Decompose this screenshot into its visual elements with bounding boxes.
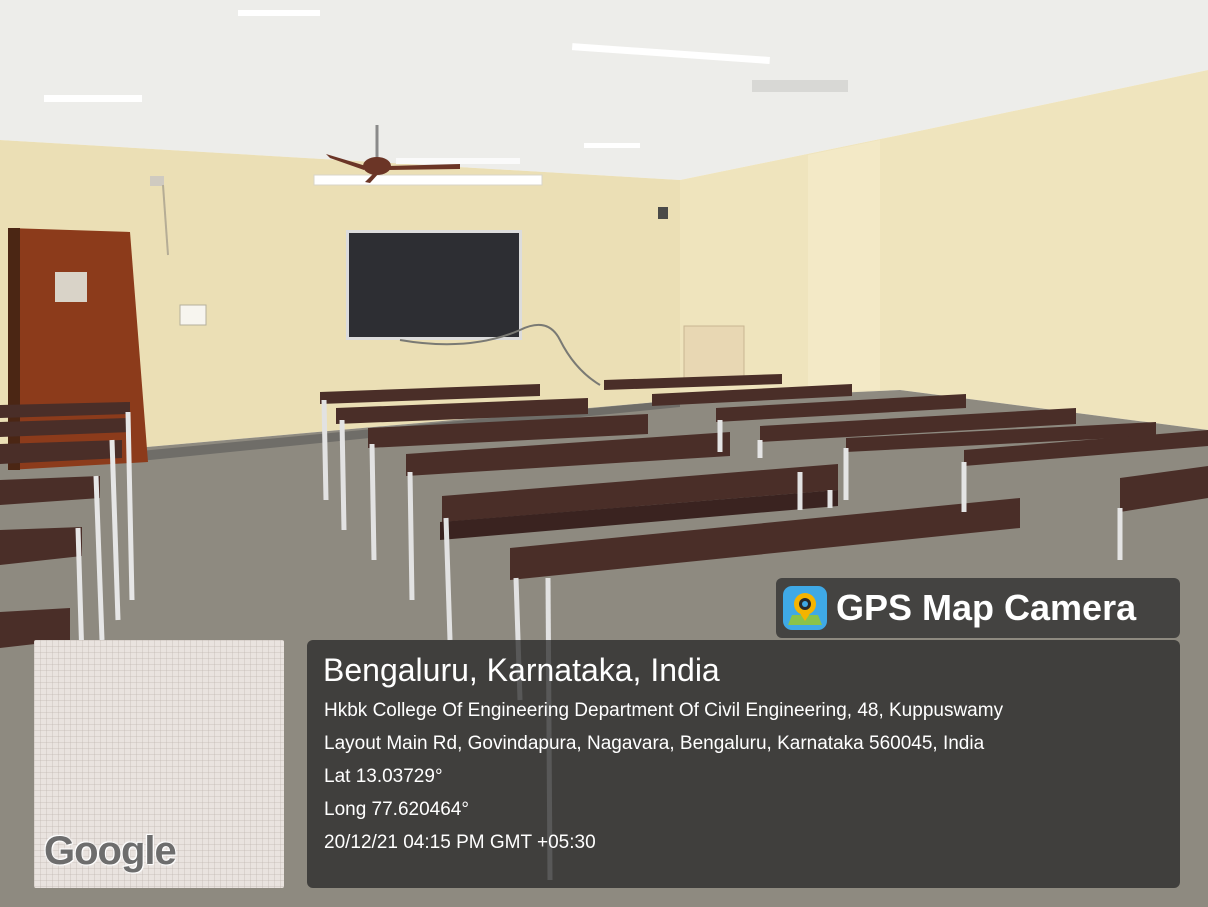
timestamp: 20/12/21 04:15 PM GMT +05:30	[324, 832, 596, 853]
door-notice	[55, 272, 87, 302]
location-title: Bengaluru, Karnataka, India	[323, 652, 720, 688]
speaker	[658, 207, 668, 219]
ceiling-light	[44, 95, 142, 102]
ceiling-light	[396, 158, 520, 164]
ceiling-vent	[752, 80, 848, 92]
longitude: Long 77.620464°	[324, 799, 469, 820]
map-logo: Google	[44, 829, 177, 873]
map-thumbnail: Google	[34, 640, 284, 888]
brand-name: GPS Map Camera	[836, 587, 1137, 628]
gps-brand-badge: GPS Map Camera	[776, 578, 1180, 638]
ceiling-light	[584, 143, 640, 148]
pillar	[808, 140, 880, 392]
wall-socket	[150, 176, 164, 186]
latitude: Lat 13.03729°	[324, 766, 443, 787]
map-pin-camera-icon	[783, 586, 827, 630]
address-line-2: Layout Main Rd, Govindapura, Nagavara, B…	[324, 733, 985, 754]
tv-screen	[349, 233, 519, 337]
location-info-panel: Bengaluru, Karnataka, India Hkbk College…	[307, 640, 1180, 888]
address-line-1: Hkbk College Of Engineering Department O…	[324, 700, 1004, 721]
lectern	[683, 325, 745, 379]
switch-board	[179, 304, 207, 326]
ceiling-light	[238, 10, 320, 16]
wall-light	[313, 174, 543, 186]
